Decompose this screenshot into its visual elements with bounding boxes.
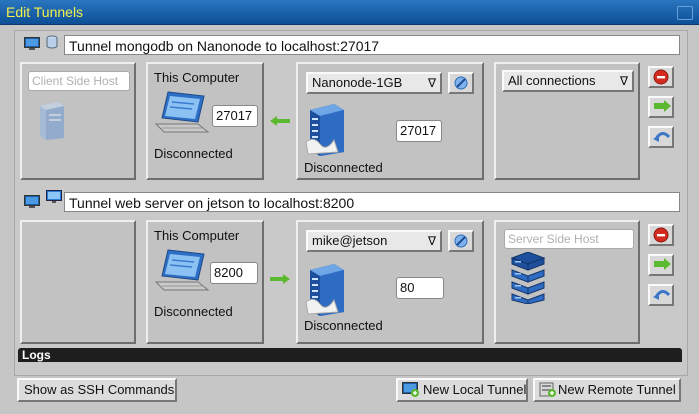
new-remote-tunnel-label: New Remote Tunnel bbox=[558, 382, 676, 397]
logs-panel-header[interactable]: Logs bbox=[18, 348, 682, 362]
tunnel-2-local-port-input[interactable]: 8200 bbox=[210, 262, 258, 284]
tunnel-2-remote-port-input[interactable]: 80 bbox=[396, 277, 444, 299]
connect-plug-icon bbox=[454, 234, 468, 248]
connect-plug-icon bbox=[454, 76, 468, 90]
server-icon bbox=[305, 104, 344, 156]
server-icon bbox=[305, 264, 344, 316]
tunnel-1-forward-button[interactable] bbox=[648, 96, 674, 118]
show-ssh-commands-button[interactable]: Show as SSH Commands bbox=[17, 378, 177, 402]
remove-icon bbox=[653, 227, 669, 243]
server-stack-icon bbox=[510, 252, 546, 304]
new-local-tunnel-label: New Local Tunnel bbox=[423, 382, 527, 397]
client-computer-icon bbox=[40, 102, 64, 140]
this-computer-status: Disconnected bbox=[154, 146, 233, 161]
new-local-tunnel-button[interactable]: New Local Tunnel bbox=[396, 378, 528, 402]
tunnel-2-server-side-host-input[interactable]: Server Side Host bbox=[504, 229, 634, 249]
tunnel-1-this-computer-panel: This Computer 27017 Disconnected bbox=[146, 62, 264, 180]
tunnel-1-remove-button[interactable] bbox=[648, 66, 674, 88]
tunnel-2-undo-button[interactable] bbox=[648, 284, 674, 306]
window-control-icon[interactable] bbox=[677, 6, 693, 20]
connections-select-value: All connections bbox=[508, 73, 596, 88]
tunnel-1-local-port-input[interactable]: 27017 bbox=[212, 105, 258, 127]
dropdown-arrow-icon: ∇ bbox=[427, 76, 436, 90]
tunnel-1-client-host-input[interactable]: Client Side Host bbox=[28, 71, 130, 91]
dropdown-arrow-icon: ∇ bbox=[619, 74, 628, 88]
tunnel-2-server-select[interactable]: mike@jetson ∇ bbox=[306, 230, 442, 252]
server-status: Disconnected bbox=[304, 318, 383, 333]
tunnel-1-undo-button[interactable] bbox=[648, 126, 674, 148]
this-computer-label: This Computer bbox=[154, 70, 240, 85]
tunnel-1-name-input[interactable]: Tunnel mongodb on Nanonode to localhost:… bbox=[64, 35, 680, 55]
arrow-left-icon bbox=[270, 116, 290, 126]
this-computer-label: This Computer bbox=[154, 228, 240, 243]
database-icon bbox=[46, 35, 58, 49]
server-status: Disconnected bbox=[304, 160, 383, 175]
tunnel-2-server-panel: mike@jetson ∇ 80 Disconnected bbox=[296, 220, 484, 344]
remote-computer-icon bbox=[46, 190, 62, 203]
laptop-icon bbox=[154, 91, 210, 133]
tunnel-2-remove-button[interactable] bbox=[648, 224, 674, 246]
logs-label: Logs bbox=[22, 348, 51, 362]
tunnel-2-name-input[interactable]: Tunnel web server on jetson to localhost… bbox=[64, 192, 680, 212]
local-computer-icon bbox=[24, 37, 40, 50]
tunnel-1-connect-button[interactable] bbox=[448, 72, 474, 94]
tunnel-1-client-panel: Client Side Host bbox=[20, 62, 136, 180]
tunnel-2-client-panel bbox=[20, 220, 136, 344]
tunnel-2-this-computer-panel: This Computer 8200 Disconnected bbox=[146, 220, 264, 344]
new-remote-tunnel-button[interactable]: New Remote Tunnel bbox=[533, 378, 681, 402]
undo-icon bbox=[653, 290, 671, 300]
window-titlebar: Edit Tunnels bbox=[0, 0, 699, 25]
this-computer-status: Disconnected bbox=[154, 304, 233, 319]
new-local-tunnel-icon bbox=[402, 382, 419, 397]
tunnel-2-server-side-panel: Server Side Host bbox=[494, 220, 640, 344]
tunnel-2-connect-button[interactable] bbox=[448, 230, 474, 252]
server-select-value: mike@jetson bbox=[312, 233, 388, 248]
show-ssh-commands-label: Show as SSH Commands bbox=[24, 382, 175, 397]
tunnel-1-connections-select[interactable]: All connections ∇ bbox=[502, 70, 634, 92]
tunnel-1-server-select[interactable]: Nanonode-1GB ∇ bbox=[306, 72, 442, 94]
arrow-right-icon bbox=[270, 274, 290, 284]
window-title: Edit Tunnels bbox=[6, 4, 84, 20]
undo-icon bbox=[653, 132, 671, 142]
dropdown-arrow-icon: ∇ bbox=[427, 234, 436, 248]
laptop-icon bbox=[154, 249, 210, 291]
tunnel-1-remote-port-input[interactable]: 27017 bbox=[396, 120, 442, 142]
tunnel-1-connections-panel: All connections ∇ bbox=[494, 62, 640, 180]
server-select-value: Nanonode-1GB bbox=[312, 75, 403, 90]
tunnel-1-server-panel: Nanonode-1GB ∇ 27017 Disconnected bbox=[296, 62, 484, 180]
tunnel-2-forward-button[interactable] bbox=[648, 254, 674, 276]
arrow-right-icon bbox=[654, 258, 671, 270]
local-computer-icon bbox=[24, 195, 40, 208]
remove-icon bbox=[653, 69, 669, 85]
new-remote-tunnel-icon bbox=[539, 382, 556, 397]
arrow-right-icon bbox=[654, 100, 671, 112]
